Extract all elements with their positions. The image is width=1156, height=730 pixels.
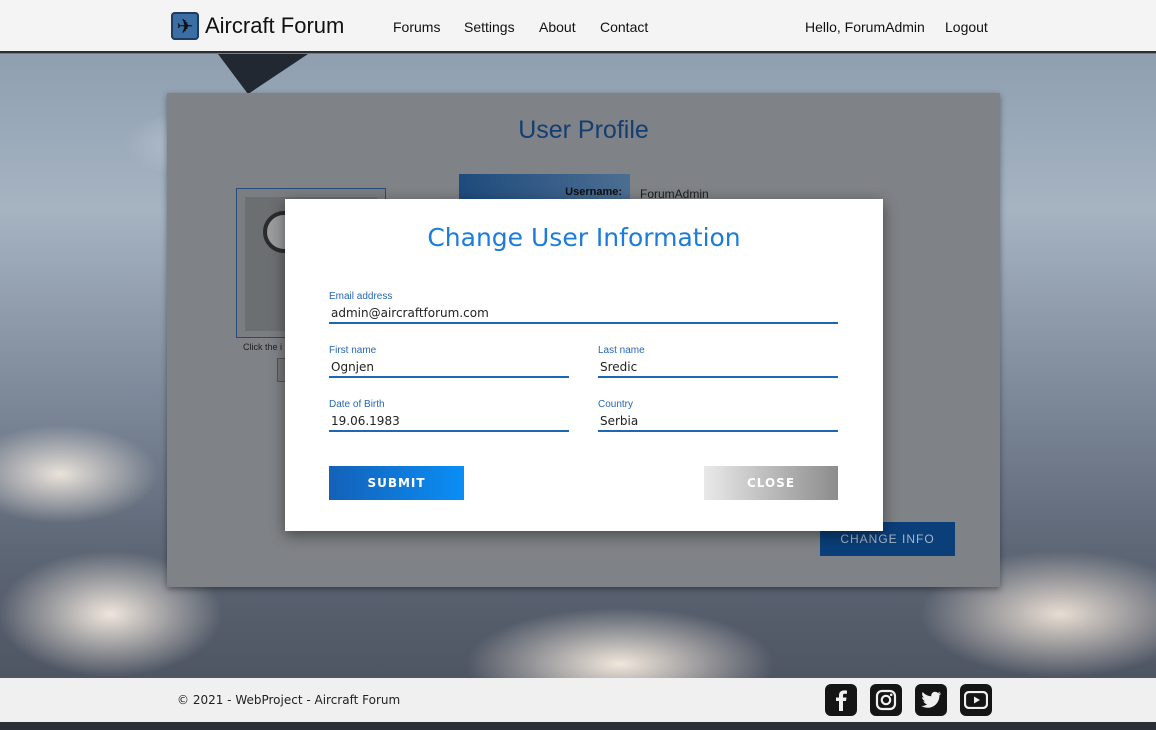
copyright-text: © 2021 - WebProject - Aircraft Forum (177, 693, 401, 707)
submit-button[interactable]: SUBMIT (329, 466, 464, 500)
last-name-label: Last name (598, 345, 645, 356)
country-field-group: Country (598, 399, 838, 441)
logout-link[interactable]: Logout (945, 19, 988, 35)
airplane-logo-icon: ✈ (171, 12, 199, 40)
avatar-hint: Click the i (243, 342, 283, 352)
brand[interactable]: ✈ Aircraft Forum (171, 12, 344, 40)
first-name-label: First name (329, 345, 377, 356)
country-label: Country (598, 399, 634, 410)
page-title: User Profile (518, 116, 649, 144)
brand-name: Aircraft Forum (205, 13, 345, 38)
email-field[interactable] (329, 304, 838, 324)
facebook-icon[interactable] (825, 684, 857, 716)
first-name-field[interactable] (329, 358, 569, 378)
last-name-field-group: Last name (598, 345, 838, 387)
last-name-field[interactable] (598, 358, 838, 378)
close-button[interactable]: CLOSE (704, 466, 838, 500)
country-field[interactable] (598, 412, 838, 432)
footer: © 2021 - WebProject - Aircraft Forum (0, 678, 1156, 722)
youtube-icon[interactable] (960, 684, 992, 716)
nav-settings[interactable]: Settings (464, 19, 515, 35)
change-info-modal: Change User Information Email address Fi… (285, 199, 883, 531)
user-greeting[interactable]: Hello, ForumAdmin (805, 19, 925, 35)
navbar: ✈ Aircraft Forum Forums Settings About C… (0, 0, 1156, 53)
nav-forums[interactable]: Forums (393, 19, 440, 35)
modal-title: Change User Information (427, 223, 741, 252)
wing-silhouette (218, 54, 308, 94)
twitter-icon[interactable] (915, 684, 947, 716)
nav-about[interactable]: About (539, 19, 576, 35)
email-field-group: Email address (329, 291, 838, 333)
dob-label: Date of Birth (329, 399, 385, 410)
first-name-field-group: First name (329, 345, 569, 387)
nav-contact[interactable]: Contact (600, 19, 648, 35)
email-label: Email address (329, 291, 393, 302)
dob-field[interactable] (329, 412, 569, 432)
taskbar-strip (0, 722, 1156, 730)
dob-field-group: Date of Birth (329, 399, 569, 441)
instagram-icon[interactable] (870, 684, 902, 716)
